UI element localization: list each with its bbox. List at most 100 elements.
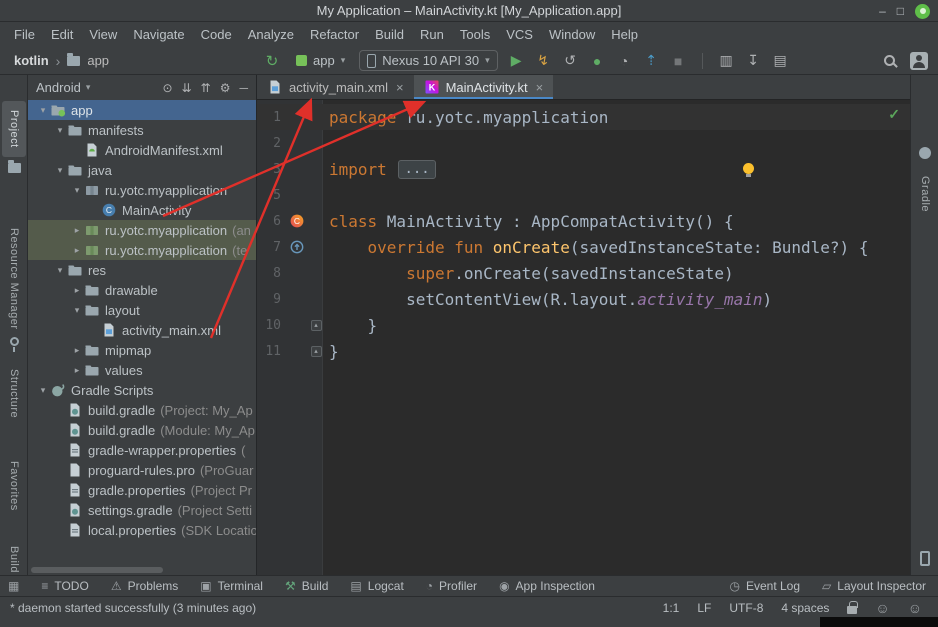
tree-row-ru-yotc-myapplication[interactable]: ▸ru.yotc.myapplication(te <box>28 240 256 260</box>
settings-icon[interactable]: ⚙ <box>220 81 231 95</box>
menu-run[interactable]: Run <box>412 27 452 42</box>
fold-end-icon[interactable]: ▴ <box>311 320 322 331</box>
tree-row-res[interactable]: ▾res <box>28 260 256 280</box>
stop-icon[interactable]: ■ <box>667 53 690 69</box>
tool-window-event-log[interactable]: ◷Event Log <box>730 579 801 593</box>
tab-mainactivity-kt[interactable]: KMainActivity.kt× <box>414 75 554 99</box>
tree-row-local-properties[interactable]: local.properties(SDK Locatio <box>28 520 256 540</box>
tree-row-ru-yotc-myapplication[interactable]: ▾ru.yotc.myapplication <box>28 180 256 200</box>
tree-row-java[interactable]: ▾java <box>28 160 256 180</box>
tool-window-terminal[interactable]: ▣Terminal <box>200 579 263 593</box>
tool-window-layout-inspector[interactable]: ▱Layout Inspector <box>822 579 926 593</box>
device-select[interactable]: Nexus 10 API 30 ▾ <box>359 50 497 71</box>
menu-refactor[interactable]: Refactor <box>302 27 367 42</box>
stripe-structure[interactable]: Structure <box>2 363 26 425</box>
tree-row-values[interactable]: ▸values <box>28 360 256 380</box>
tree-arrow-icon[interactable]: ▾ <box>53 165 67 176</box>
tool-window-build[interactable]: ⚒Build <box>285 579 328 593</box>
code-line-3[interactable]: 3import ... <box>257 156 910 182</box>
pin-icon[interactable] <box>0 337 28 346</box>
code-line-6[interactable]: 6Cclass MainActivity : AppCompatActivity… <box>257 208 910 234</box>
tab-close-icon[interactable]: × <box>396 80 404 95</box>
folder-icon[interactable] <box>0 163 28 173</box>
code-line-10[interactable]: 10▴ } <box>257 312 910 338</box>
tool-window-app-inspection[interactable]: ◉App Inspection <box>499 579 595 593</box>
locate-icon[interactable]: ⊙ <box>163 81 173 95</box>
menu-tools[interactable]: Tools <box>452 27 498 42</box>
smiley-icon[interactable]: ☺ <box>875 600 889 616</box>
collapse-all-icon[interactable]: ⇈ <box>201 81 211 95</box>
tree-row-app[interactable]: ▾app <box>28 100 256 120</box>
menu-build[interactable]: Build <box>367 27 412 42</box>
menu-edit[interactable]: Edit <box>43 27 81 42</box>
device-manager-icon[interactable]: ▥ <box>715 52 738 69</box>
menu-file[interactable]: File <box>6 27 43 42</box>
tab-activity-main-xml[interactable]: activity_main.xml× <box>257 75 414 99</box>
apply-code-changes-icon[interactable]: ↺ <box>559 52 582 69</box>
tree-arrow-icon[interactable]: ▾ <box>53 125 67 136</box>
tree-row-mipmap[interactable]: ▸mipmap <box>28 340 256 360</box>
breadcrumb-kotlin[interactable]: kotlin <box>14 53 49 68</box>
project-view-mode[interactable]: Android <box>36 80 81 95</box>
tree-row-gradle-scripts[interactable]: ▾Gradle Scripts <box>28 380 256 400</box>
minimize-icon[interactable]: – <box>879 5 886 17</box>
override-method-icon[interactable] <box>289 239 305 255</box>
menu-help[interactable]: Help <box>603 27 646 42</box>
tab-close-icon[interactable]: × <box>536 80 544 95</box>
sdk-manager-icon[interactable]: ↧ <box>742 52 765 69</box>
tree-arrow-icon[interactable]: ▸ <box>70 285 84 296</box>
code-line-2[interactable]: 2 <box>257 130 910 156</box>
fold-end-icon[interactable]: ▴ <box>311 346 322 357</box>
close-icon[interactable] <box>915 4 930 19</box>
tree-arrow-icon[interactable]: ▾ <box>70 185 84 196</box>
code-line-9[interactable]: 9 setContentView(R.layout.activity_main) <box>257 286 910 312</box>
lock-icon[interactable] <box>847 606 857 614</box>
tool-window-profiler[interactable]: ◔Profiler <box>426 579 477 593</box>
gradle-icon[interactable] <box>911 147 938 159</box>
code-line-1[interactable]: 1package ru.yotc.myapplication <box>257 104 910 130</box>
horizontal-scrollbar[interactable] <box>31 567 163 573</box>
tree-arrow-icon[interactable]: ▾ <box>36 385 50 396</box>
tree-row-mainactivity[interactable]: CMainActivity <box>28 200 256 220</box>
tool-window-logcat[interactable]: ▤Logcat <box>350 579 403 593</box>
tree-row-activity-main-xml[interactable]: activity_main.xml <box>28 320 256 340</box>
indent-setting[interactable]: 4 spaces <box>781 601 829 615</box>
hide-icon[interactable]: ─ <box>239 81 248 95</box>
maximize-icon[interactable]: □ <box>897 5 904 17</box>
tree-arrow-icon[interactable]: ▾ <box>70 305 84 316</box>
attach-debugger-icon[interactable]: ⇡ <box>640 52 663 69</box>
expand-all-icon[interactable]: ⇊ <box>182 81 192 95</box>
tree-row-build-gradle[interactable]: build.gradle(Project: My_Ap <box>28 400 256 420</box>
stripe-favorites[interactable]: Favorites <box>2 455 26 517</box>
intention-bulb-icon[interactable] <box>743 163 754 174</box>
caret-position[interactable]: 1:1 <box>663 601 680 615</box>
tree-row-drawable[interactable]: ▸drawable <box>28 280 256 300</box>
code-line-7[interactable]: 7 override fun onCreate(savedInstanceSta… <box>257 234 910 260</box>
menu-vcs[interactable]: VCS <box>498 27 541 42</box>
tree-row-ru-yotc-myapplication[interactable]: ▸ru.yotc.myapplication(an <box>28 220 256 240</box>
apply-changes-icon[interactable]: ↯ <box>532 52 555 69</box>
menu-view[interactable]: View <box>81 27 125 42</box>
tree-row-androidmanifest-xml[interactable]: AndroidManifest.xml <box>28 140 256 160</box>
avatar[interactable] <box>910 52 928 70</box>
smiley-icon[interactable]: ☺ <box>908 600 922 616</box>
stripe-project[interactable]: Project <box>2 101 26 157</box>
tree-arrow-icon[interactable]: ▾ <box>53 265 67 276</box>
tree-arrow-icon[interactable]: ▸ <box>70 225 84 236</box>
tree-row-proguard-rules-pro[interactable]: proguard-rules.pro(ProGuar <box>28 460 256 480</box>
code-line-8[interactable]: 8 super.onCreate(savedInstanceState) <box>257 260 910 286</box>
stripe-gradle[interactable]: Gradle <box>913 167 937 221</box>
search-icon[interactable] <box>884 55 895 66</box>
tree-row-settings-gradle[interactable]: settings.gradle(Project Setti <box>28 500 256 520</box>
tree-row-layout[interactable]: ▾layout <box>28 300 256 320</box>
profile-icon[interactable]: ◔ <box>613 53 636 69</box>
tree-arrow-icon[interactable]: ▸ <box>70 345 84 356</box>
tree-row-gradle-wrapper-properties[interactable]: gradle-wrapper.properties( <box>28 440 256 460</box>
code-line-11[interactable]: 11▴} <box>257 338 910 364</box>
debug-icon[interactable]: ● <box>586 53 609 69</box>
tree-row-manifests[interactable]: ▾manifests <box>28 120 256 140</box>
tool-window-problems[interactable]: ⚠Problems <box>111 579 178 593</box>
editor-body[interactable]: 1package ru.yotc.myapplication23import .… <box>257 100 910 575</box>
inspections-ok-icon[interactable]: ✓ <box>888 106 900 123</box>
menu-code[interactable]: Code <box>193 27 240 42</box>
